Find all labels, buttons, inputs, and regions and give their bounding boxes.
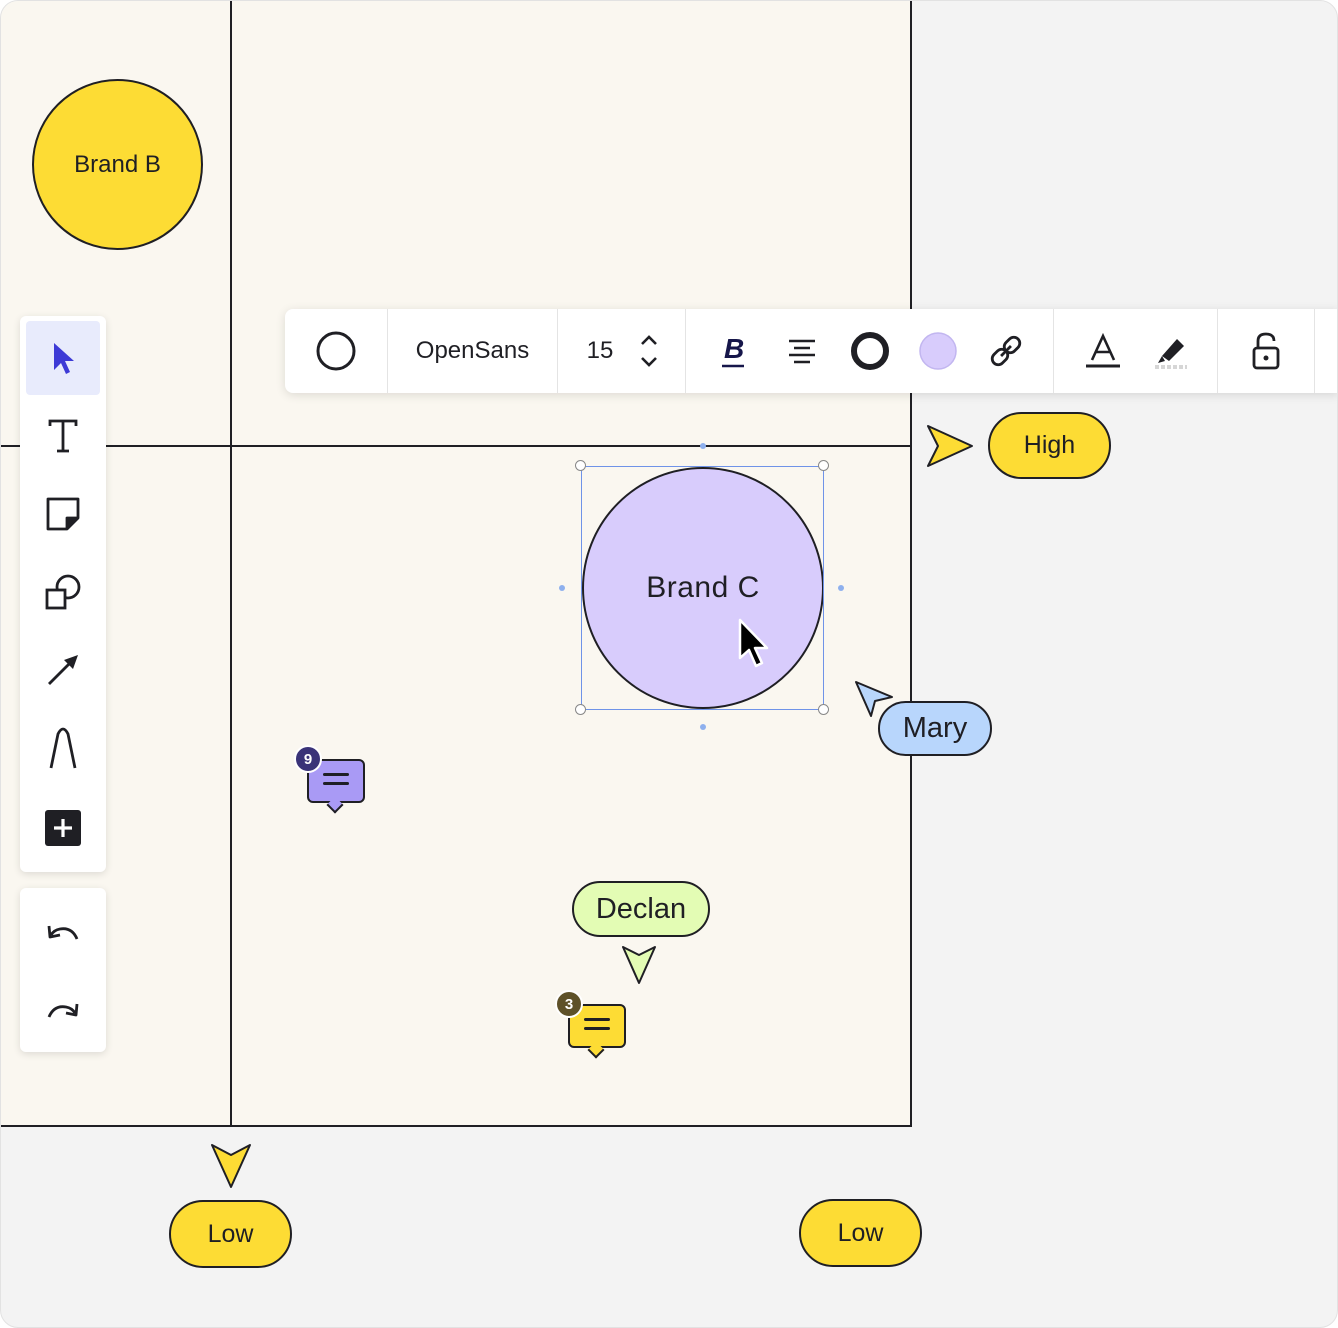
comment-count-badge: 9 bbox=[294, 745, 322, 773]
fill-color-button[interactable] bbox=[913, 309, 963, 393]
more-tools-button[interactable] bbox=[26, 791, 100, 865]
declan-cursor-label: Declan bbox=[572, 881, 710, 937]
brand-b-label: Brand B bbox=[74, 150, 161, 178]
redo-icon bbox=[47, 1003, 79, 1018]
border-style-button[interactable] bbox=[845, 309, 895, 393]
fill-color-swatch-icon bbox=[919, 332, 957, 370]
connector-dot-right[interactable] bbox=[838, 585, 844, 591]
high-tag[interactable]: High bbox=[988, 412, 1111, 479]
lock-button[interactable] bbox=[1241, 309, 1291, 393]
mouse-pointer-icon bbox=[738, 618, 769, 668]
low-tag-left-label: Low bbox=[207, 1219, 254, 1248]
highlighter-icon bbox=[1155, 339, 1187, 369]
declan-name: Declan bbox=[595, 892, 687, 925]
tool-palette bbox=[20, 316, 106, 872]
context-toolbar: OpenSans 15 B bbox=[285, 309, 1337, 393]
add-icon bbox=[45, 810, 81, 846]
shapes-icon bbox=[45, 574, 81, 610]
select-tool-button[interactable] bbox=[26, 321, 100, 395]
high-arrow-icon bbox=[927, 425, 973, 467]
text-align-button[interactable] bbox=[777, 309, 827, 393]
comment-lines-icon bbox=[584, 1018, 610, 1036]
connector-dot-bottom[interactable] bbox=[700, 724, 706, 730]
stepper-arrows-icon bbox=[641, 335, 657, 367]
shape-type-button[interactable] bbox=[285, 309, 387, 393]
high-tag-label: High bbox=[1023, 431, 1076, 459]
select-icon bbox=[54, 343, 74, 374]
font-size-stepper[interactable] bbox=[631, 309, 667, 393]
font-size-input[interactable]: 15 bbox=[575, 309, 625, 393]
brand-b-circle[interactable]: Brand B bbox=[32, 79, 203, 250]
bold-button[interactable]: B bbox=[709, 309, 759, 393]
history-palette bbox=[20, 888, 106, 1052]
text-color-button[interactable] bbox=[1078, 309, 1128, 393]
shapes-tool-button[interactable] bbox=[26, 555, 100, 629]
resize-handle-bottom-right[interactable] bbox=[818, 704, 829, 715]
link-icon bbox=[990, 335, 1022, 367]
horizontal-axis bbox=[1, 445, 912, 447]
arrow-icon bbox=[48, 655, 78, 685]
comment-thread[interactable]: 9 bbox=[294, 745, 367, 814]
connector-dot-left[interactable] bbox=[559, 585, 565, 591]
redo-button[interactable] bbox=[26, 974, 100, 1048]
undo-icon bbox=[47, 925, 79, 940]
resize-handle-top-right[interactable] bbox=[818, 460, 829, 471]
align-center-icon bbox=[789, 339, 815, 364]
text-icon bbox=[48, 419, 78, 453]
resize-handle-top-left[interactable] bbox=[575, 460, 586, 471]
svg-text:B: B bbox=[724, 333, 744, 364]
pen-tool-button[interactable] bbox=[26, 711, 100, 785]
selection-box bbox=[581, 466, 824, 710]
font-size-value: 15 bbox=[586, 337, 614, 364]
highlight-button[interactable] bbox=[1146, 309, 1196, 393]
sticky-note-icon bbox=[46, 497, 80, 531]
low-tag-right-label: Low bbox=[837, 1218, 884, 1247]
low-arrow-icon bbox=[211, 1144, 251, 1188]
mary-cursor-label: Mary bbox=[878, 701, 992, 756]
comment-count-badge: 3 bbox=[555, 990, 583, 1018]
circle-shape-icon bbox=[316, 331, 356, 371]
mary-name: Mary bbox=[902, 712, 968, 744]
font-family-value: OpenSans bbox=[415, 337, 530, 364]
text-color-icon bbox=[1086, 333, 1120, 368]
connector-dot-top[interactable] bbox=[700, 443, 706, 449]
unlock-icon bbox=[1252, 332, 1280, 370]
whiteboard-canvas[interactable]: Brand B Brand C High Low Low Mary Declan bbox=[0, 0, 1338, 1328]
undo-button[interactable] bbox=[26, 896, 100, 970]
text-tool-button[interactable] bbox=[26, 399, 100, 473]
font-family-select[interactable]: OpenSans bbox=[388, 309, 557, 393]
arrow-tool-button[interactable] bbox=[26, 633, 100, 707]
sticky-note-tool-button[interactable] bbox=[26, 477, 100, 551]
low-tag-right[interactable]: Low bbox=[799, 1199, 922, 1267]
resize-handle-bottom-left[interactable] bbox=[575, 704, 586, 715]
border-icon bbox=[851, 332, 889, 370]
pen-icon bbox=[49, 727, 77, 769]
vertical-axis bbox=[230, 1, 232, 1127]
comment-thread[interactable]: 3 bbox=[555, 990, 628, 1059]
link-button[interactable] bbox=[981, 309, 1031, 393]
low-tag-left[interactable]: Low bbox=[169, 1200, 292, 1268]
bold-icon: B bbox=[722, 333, 744, 368]
comment-lines-icon bbox=[323, 773, 349, 791]
declan-cursor-icon bbox=[622, 946, 656, 984]
